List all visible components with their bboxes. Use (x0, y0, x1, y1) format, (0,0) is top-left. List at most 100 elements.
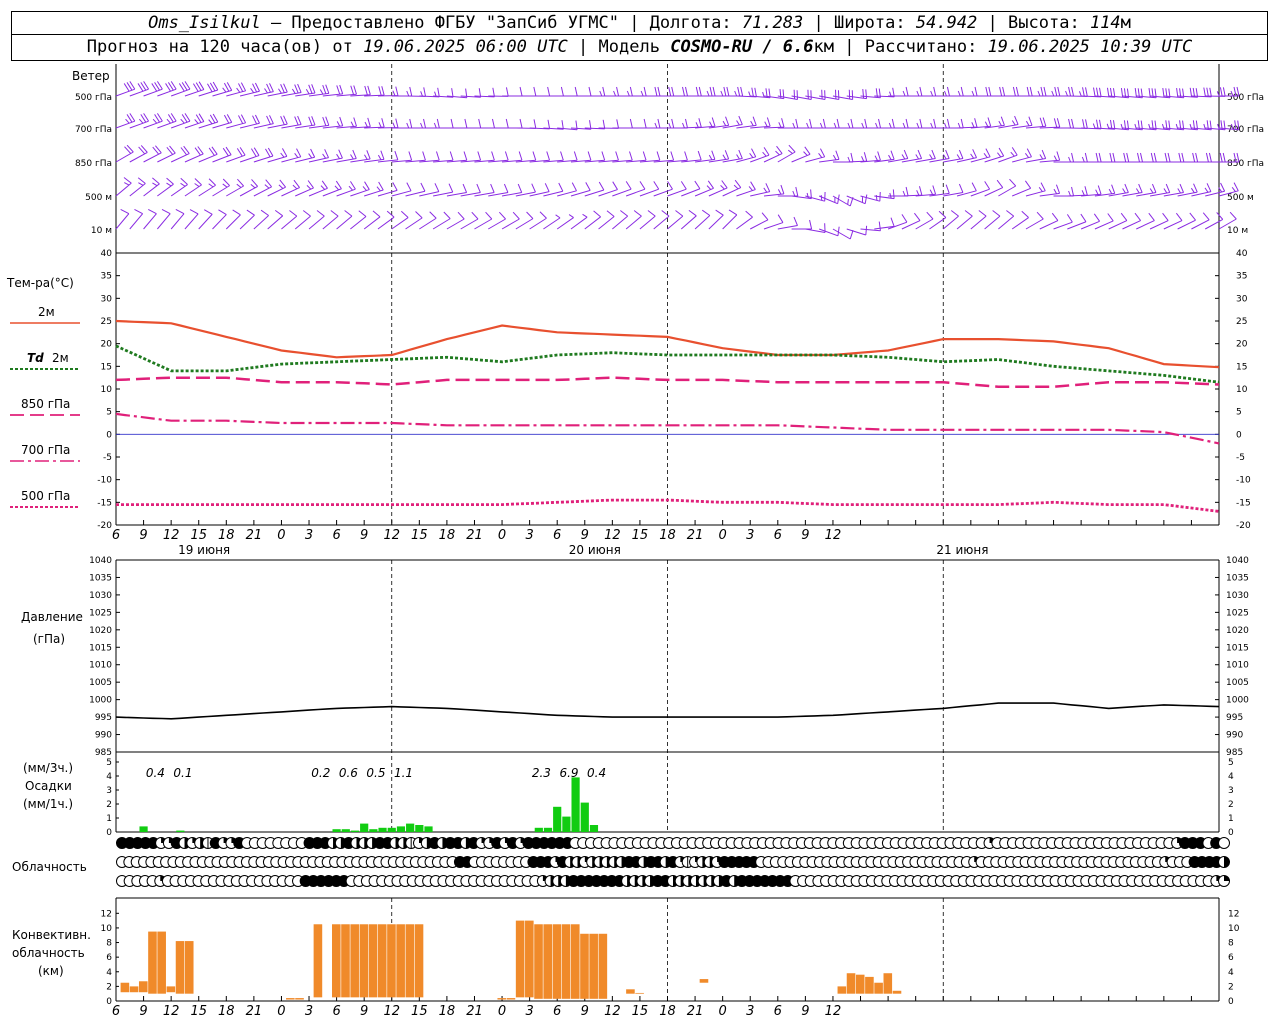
wind-barb-feather (602, 119, 606, 129)
wind-barb-feather (463, 151, 468, 161)
conv-cloud-bar (543, 924, 553, 999)
wind-barb-feather (985, 148, 991, 158)
wind-barb-shaft (322, 215, 339, 230)
wind-barb-shaft (446, 218, 465, 230)
wind-barb-feather (1078, 91, 1082, 97)
wind-barb-shaft (212, 214, 227, 230)
wind-barb-feather (408, 151, 413, 161)
wind-barb-feather (715, 209, 724, 216)
wind-barb-feather (865, 89, 868, 99)
wind-barb-feather (302, 210, 311, 217)
wind-level-label-left: 700 гПа (75, 125, 112, 135)
conv-cloud-bar (534, 924, 543, 999)
wind-barb-feather (971, 182, 977, 192)
conv-cloud-bar (506, 998, 516, 1000)
wind-barb-feather (283, 115, 288, 125)
prec-ytick-label-left: 1 (106, 814, 112, 824)
temp-ytick-label-right: 40 (1236, 249, 1248, 259)
wind-barb-feather (294, 116, 299, 126)
wind-barb-shaft (956, 215, 973, 230)
x-tick-label: 6 (332, 528, 340, 543)
wind-barb-feather (1193, 183, 1198, 193)
wind-barb-feather (1151, 183, 1157, 193)
wind-barb-feather (629, 151, 633, 161)
conv-cloud-bar (589, 933, 598, 999)
wind-barb-feather (1056, 118, 1061, 128)
wind-barb-shaft (749, 219, 769, 230)
wind-barb-feather (324, 149, 330, 158)
wind-barb-feather (1065, 90, 1069, 97)
pres-ytick-label-right: 990 (1226, 731, 1243, 741)
wind-barb-feather (339, 84, 344, 94)
pressure-unit: (гПа) (33, 632, 65, 646)
wind-level-label-right: 10 м (1227, 226, 1248, 236)
wind-barb-feather (916, 190, 920, 196)
wind-barb-shaft (846, 228, 866, 236)
wind-barb-feather (698, 86, 702, 97)
precip-3h-total: 0.4 (587, 766, 606, 780)
wind-barb-feather (929, 154, 933, 160)
wind-barb-feather (1134, 212, 1142, 221)
wind-barb-shaft (722, 214, 738, 230)
wind-barb-feather (280, 152, 285, 158)
wind-barb-feather (1053, 118, 1058, 128)
wind-barb-feather (654, 86, 658, 97)
wind-barb-feather (236, 183, 242, 188)
wind-barb-feather (294, 84, 299, 94)
wind-barb-feather (695, 86, 699, 97)
wind-barb-feather (406, 122, 410, 129)
conv-ytick-label-right: 2 (1228, 982, 1234, 992)
wind-barb-feather (1026, 86, 1030, 97)
wind-barb-feather (358, 210, 367, 217)
wind-barb-feather (640, 90, 644, 97)
wind-barb-shaft (170, 213, 185, 230)
x-tick-label: 12 (604, 1004, 621, 1019)
wind-barb-feather (1189, 87, 1193, 97)
wind-barb-feather (372, 210, 381, 218)
day-label: 20 июня (569, 543, 621, 557)
x-tick-label: 21 (466, 1004, 483, 1019)
wind-barb-feather (764, 121, 768, 127)
wind-barb-feather (861, 122, 865, 129)
prec-ytick-label-right: 3 (1228, 786, 1234, 796)
wind-barb-feather (943, 90, 947, 97)
wind-barb-feather (629, 118, 633, 129)
wind-barb-feather (392, 90, 396, 96)
wind-barb-feather (1068, 190, 1072, 197)
wind-barb-feather (1189, 123, 1193, 130)
wind-barb-feather (305, 88, 310, 95)
wind-barb-feather (643, 118, 647, 129)
wind-barb-shaft (598, 216, 615, 230)
wind-barb-feather (1162, 212, 1169, 221)
wind-barb-feather (862, 88, 865, 99)
wind-barb-shaft (694, 215, 711, 230)
wind-barb-feather (803, 151, 808, 156)
wind-barb-feather (1082, 87, 1085, 97)
wind-barb-feather (1024, 180, 1032, 189)
x-tick-label: 9 (801, 528, 809, 543)
wind-barb-feather (654, 122, 658, 129)
wind-barb-feather (194, 119, 199, 124)
wind-barb-feather (738, 115, 743, 125)
wind-title: Ветер (72, 69, 110, 83)
wind-barb-feather (1216, 212, 1224, 220)
precip-3h-total: 1.1 (394, 766, 413, 780)
wind-barb-feather (422, 151, 426, 161)
wind-barb-feather (931, 149, 936, 159)
wind-barb-feather (915, 154, 920, 160)
wind-barb-feather (972, 149, 978, 158)
wind-barb-feather (734, 90, 738, 97)
wind-barb-feather (613, 90, 617, 97)
temp-ytick-label-left: 35 (101, 272, 112, 282)
wind-barb-feather (322, 153, 327, 159)
precip-3h-total: 0.6 (339, 766, 358, 780)
wind-barb-feather (670, 151, 675, 161)
wind-barb-feather (809, 118, 813, 129)
wind-level-label-left: 10 м (91, 226, 112, 236)
wind-barb-feather (308, 153, 313, 159)
wind-barb-feather (423, 118, 427, 129)
conv-cloud-bar (561, 924, 571, 999)
wind-barb-shaft (584, 216, 601, 230)
wind-barb-feather (336, 85, 341, 95)
wind-barb-feather (560, 151, 564, 161)
